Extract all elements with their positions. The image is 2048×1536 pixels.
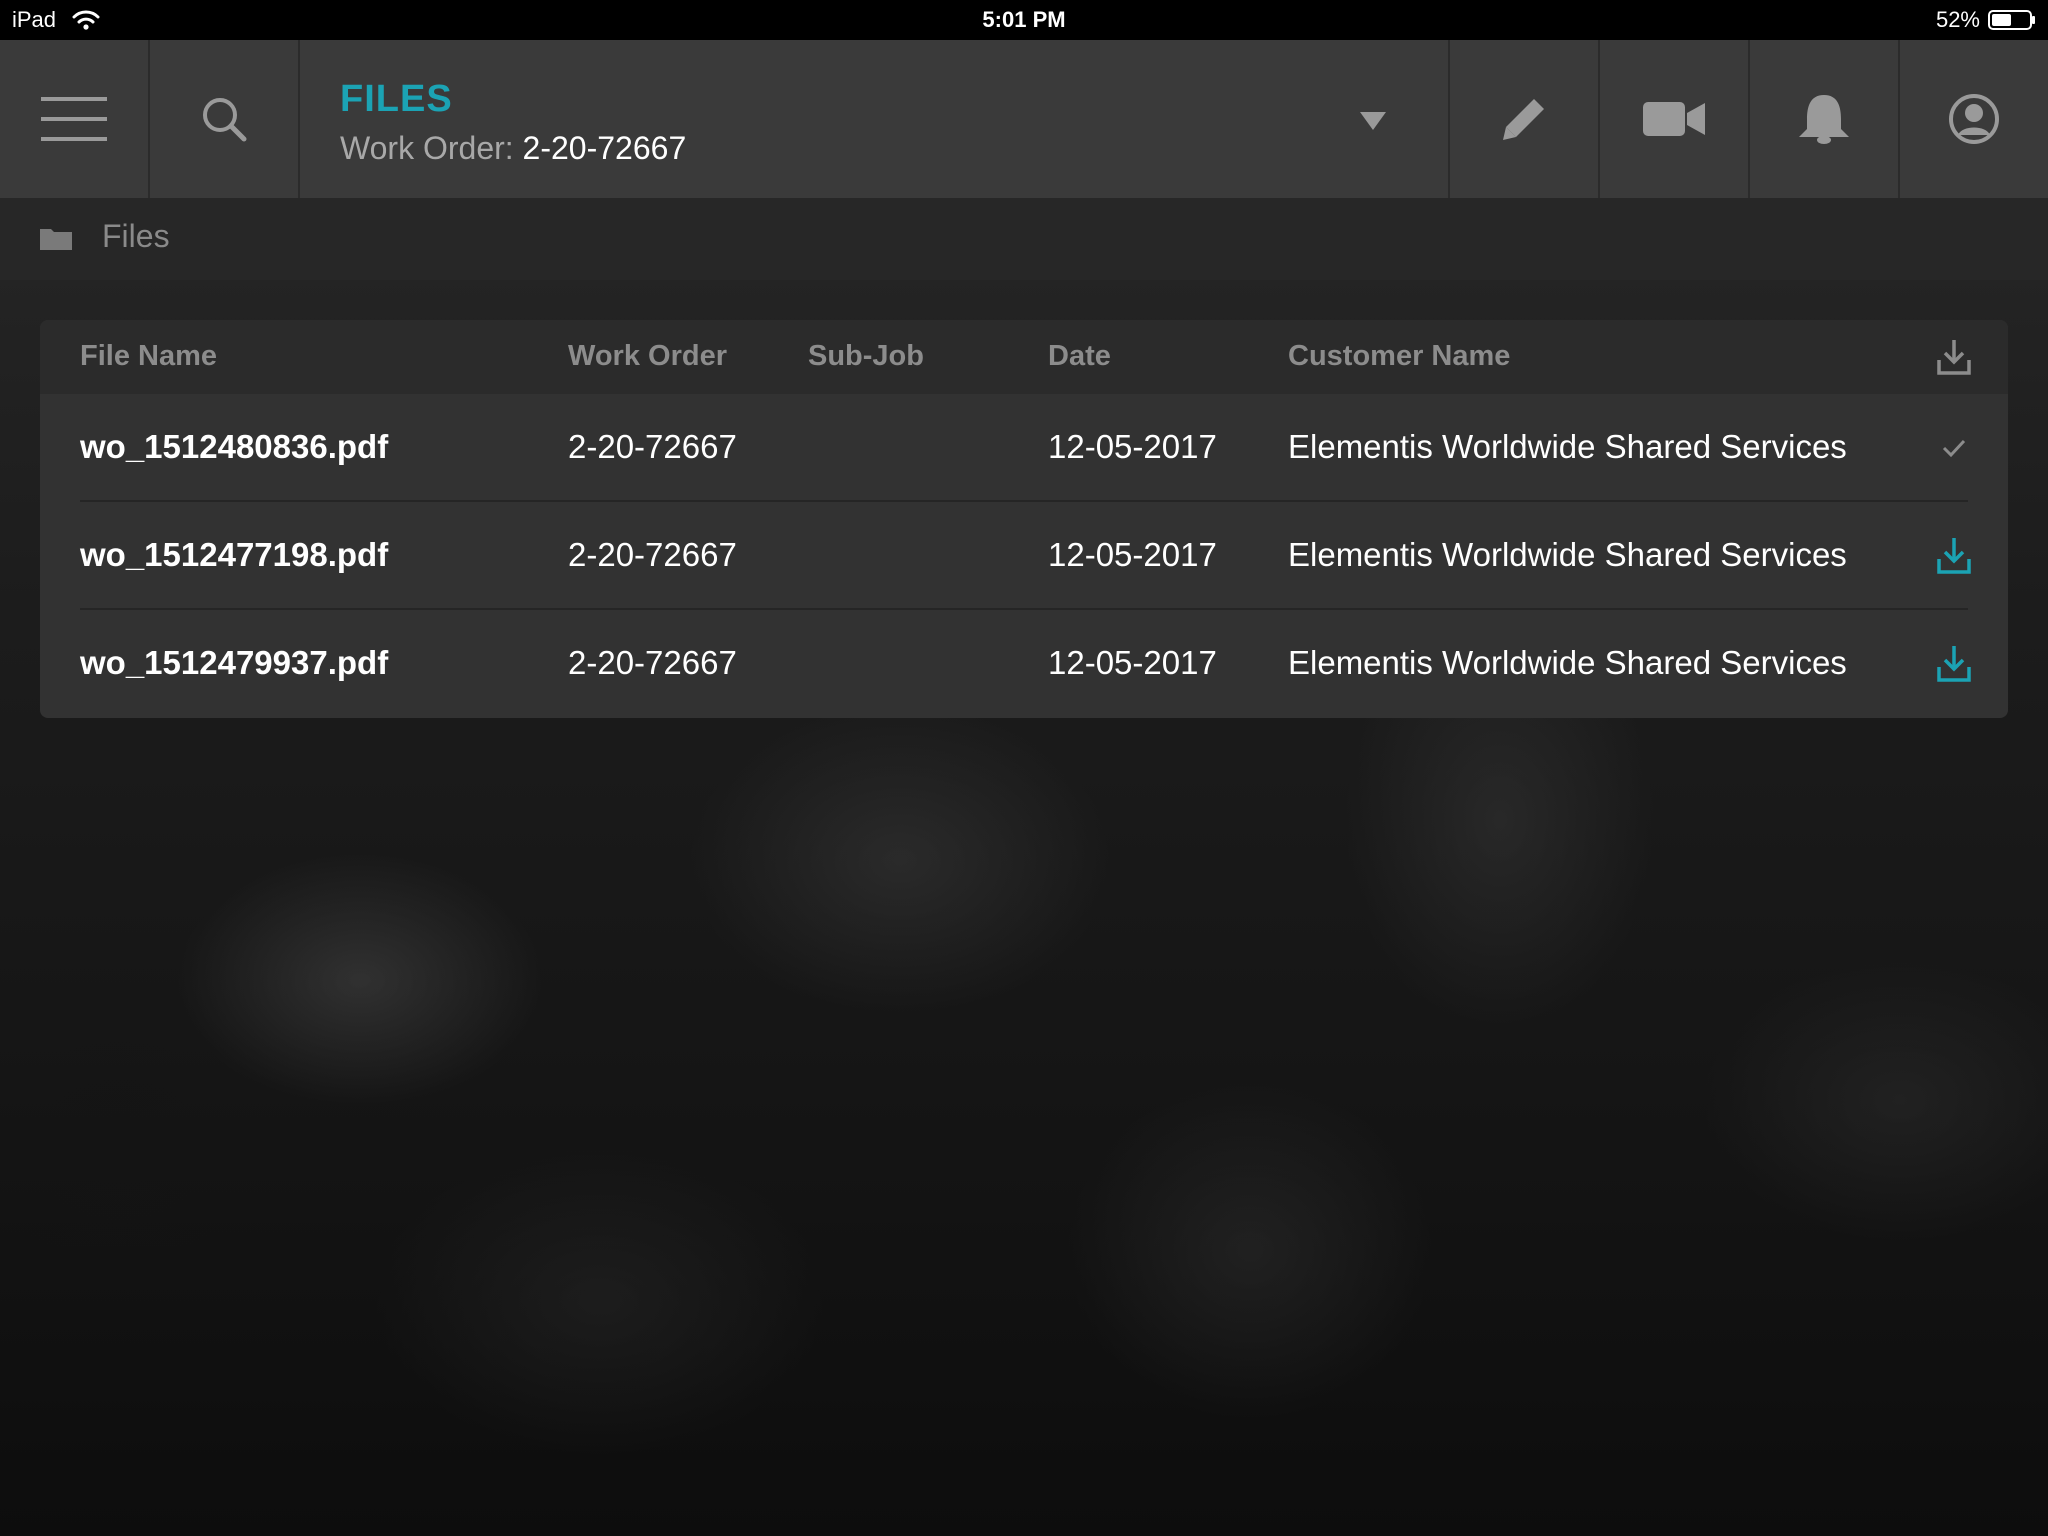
pencil-icon [1503,99,1544,140]
table-row[interactable]: wo_1512477198.pdf 2-20-72667 12-05-2017 … [40,502,2008,610]
work-order-value: 2-20-72667 [522,130,687,166]
column-header-customer-name[interactable]: Customer Name [1288,340,1510,373]
menu-button[interactable] [0,40,150,198]
menu-icon [41,97,107,141]
customer-cell: Elementis Worldwide Shared Services [1288,536,1847,573]
column-header-file-name[interactable]: File Name [80,340,217,373]
work-order-subtitle: Work Order: 2-20-72667 [340,130,686,167]
battery-percentage: 52% [1935,7,1980,32]
table-row[interactable]: wo_1512479937.pdf 2-20-72667 12-05-2017 … [40,610,2008,718]
files-table: File Name Work Order Sub-Job Date Custom… [40,320,2008,718]
file-name-cell: wo_1512477198.pdf [80,536,389,573]
date-cell: 12-05-2017 [1048,536,1217,573]
status-bar: iPad 5:01 PM 52% [0,0,2048,40]
breadcrumb: Files [0,198,2048,280]
file-name-cell: wo_1512479937.pdf [80,644,389,681]
column-header-date[interactable]: Date [1048,340,1111,373]
table-header: File Name Work Order Sub-Job Date Custom… [40,320,2008,394]
breadcrumb-label: Files [102,218,170,254]
work-order-label: Work Order: [340,130,514,166]
column-header-work-order[interactable]: Work Order [568,340,727,373]
notifications-button[interactable] [1748,40,1898,198]
download-icon[interactable] [1936,536,1972,576]
bell-icon [1799,95,1849,144]
files-screen: iPad 5:01 PM 52% FILES Work Order: 2-20-… [0,0,2048,1536]
column-header-sub-job[interactable]: Sub-Job [808,340,924,373]
table-row[interactable]: wo_1512480836.pdf 2-20-72667 12-05-2017 … [40,394,2008,502]
page-title: FILES [340,78,453,120]
dropdown-icon[interactable] [1358,110,1388,132]
video-icon [1643,102,1705,136]
download-all-icon[interactable] [1936,338,1972,376]
battery-icon [1988,10,2035,30]
search-icon [203,98,247,142]
checkmark-icon [1942,439,1966,458]
title-selector[interactable]: FILES Work Order: 2-20-72667 [300,40,1448,198]
app-header: FILES Work Order: 2-20-72667 [0,40,2048,198]
customer-cell: Elementis Worldwide Shared Services [1288,644,1847,681]
customer-cell: Elementis Worldwide Shared Services [1288,428,1847,465]
edit-button[interactable] [1448,40,1598,198]
search-button[interactable] [150,40,300,198]
work-order-cell: 2-20-72667 [568,644,737,681]
work-order-cell: 2-20-72667 [568,428,737,465]
work-order-cell: 2-20-72667 [568,536,737,573]
profile-button[interactable] [1898,40,2048,198]
user-icon [1949,94,1999,144]
video-button[interactable] [1598,40,1748,198]
status-time: 5:01 PM [982,7,1066,32]
download-icon[interactable] [1936,644,1972,684]
date-cell: 12-05-2017 [1048,644,1217,681]
folder-icon [40,229,72,250]
file-name-cell: wo_1512480836.pdf [80,428,389,465]
date-cell: 12-05-2017 [1048,428,1217,465]
